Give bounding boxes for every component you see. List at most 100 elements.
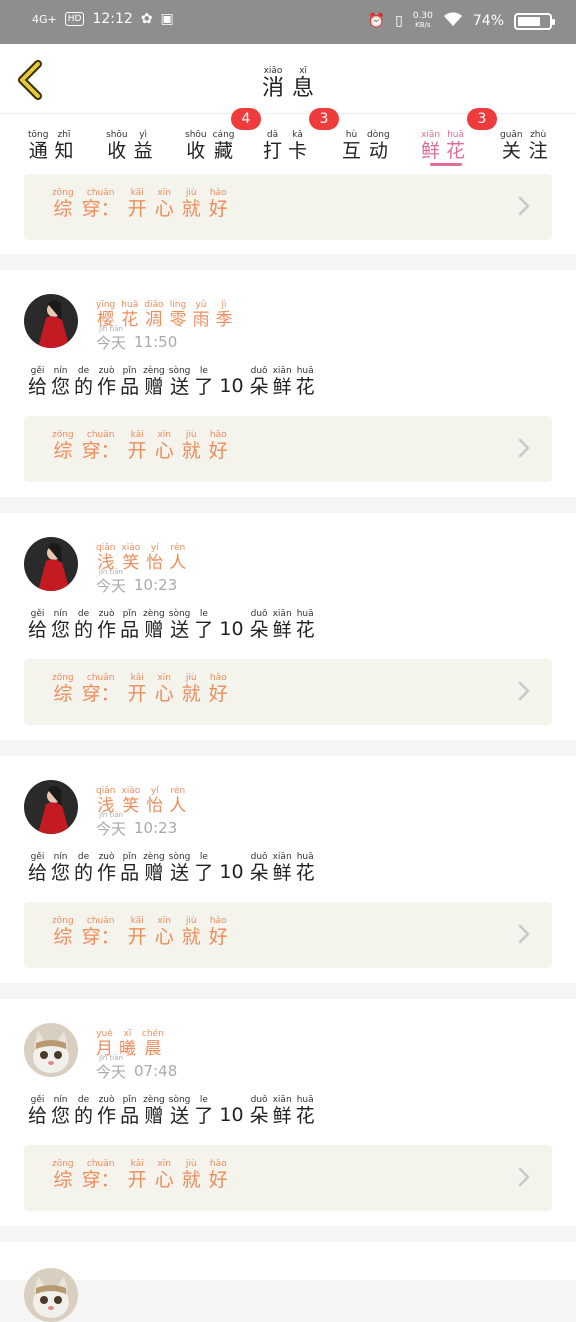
ruby-char: de 的 (74, 609, 93, 641)
ruby-char: kāi 开 (128, 1159, 147, 1191)
ruby-char: kāi 开 (128, 430, 147, 462)
message-text: gěi 给 nín 您 de 的 zuò 作 pǐn 品 zèng 赠 sòng 送 le 了 10 duǒ 朵 xi… (28, 1095, 315, 1127)
hanzi-text: 好 (208, 683, 228, 705)
message-text-after: duǒ 朵 xiān 鲜 huā 花 (250, 852, 315, 884)
ruby-char: jì 季 (216, 300, 233, 330)
ruby-char: pǐn 品 (120, 366, 139, 398)
hanzi-text: 综 (53, 1169, 73, 1191)
tab-1[interactable]: shōu 收 yì 益 (106, 122, 153, 162)
tab-6[interactable]: guān 关 zhù 注 (500, 122, 548, 162)
ruby-char: dǎ 打 (263, 130, 282, 162)
hanzi-text: 综 (53, 926, 73, 948)
ruby-char: hǎo 好 (209, 673, 228, 705)
net-speed: 0.30 KB/s (413, 12, 433, 30)
time-value: 11:50 (134, 332, 178, 351)
card-divider (0, 254, 576, 270)
hanzi-text: 开 (127, 1169, 147, 1191)
ruby-char: sòng 送 (169, 852, 191, 884)
ruby-char: de 的 (74, 1095, 93, 1127)
ruby-char: nín 您 (51, 609, 70, 641)
hanzi-text: 心 (154, 198, 174, 220)
work-title: zōng 综 chuān 穿： kāi 开 xīn 心 jiù 就 hǎo 好 (52, 188, 228, 220)
ruby-char: hù 互 (342, 130, 361, 162)
ruby-char: yǔ 雨 (193, 300, 210, 330)
hanzi-text: 花 (446, 140, 466, 162)
tab-count-badge: 3 (309, 108, 339, 130)
net-speed-unit: KB/s (415, 21, 431, 29)
hanzi-text: 心 (154, 683, 174, 705)
time-value: 10:23 (134, 575, 178, 594)
message-card: yuè 月 xī 曦 chén 晨 jīn tiān 今天 07:48 gěi 给 nín 您 de 的 zu… (0, 999, 576, 1226)
ruby-char: gěi 给 (28, 852, 47, 884)
cat-avatar[interactable] (24, 1023, 78, 1077)
ruby-char: zōng 综 (52, 188, 74, 220)
work-link[interactable]: zōng 综 chuān 穿： kāi 开 xīn 心 jiù 就 hǎo 好 (24, 416, 552, 482)
hanzi-text: 今天 (96, 820, 127, 838)
tab-3[interactable]: dǎ 打 kǎ 卡 (263, 122, 307, 162)
chevron-right-icon (518, 438, 530, 458)
message-text: gěi 给 nín 您 de 的 zuò 作 pǐn 品 zèng 赠 sòng 送 le 了 10 duǒ 朵 xi… (28, 366, 315, 398)
work-link[interactable]: zōng 综 chuān 穿： kāi 开 xīn 心 jiù 就 hǎo 好 (24, 659, 552, 725)
hanzi-text: 心 (154, 926, 174, 948)
hanzi-text: 季 (215, 310, 233, 330)
hanzi-text: 动 (368, 140, 388, 162)
battery-percent: 74% (472, 13, 504, 29)
message-time: jīn tiān 今天 10:23 (96, 810, 177, 838)
hanzi-text: 卡 (288, 140, 308, 162)
woman-red-dress-avatar[interactable] (24, 780, 78, 834)
ruby-char: zèng 赠 (143, 366, 165, 398)
woman-red-dress-avatar[interactable] (24, 294, 78, 348)
card-divider (0, 497, 576, 513)
hanzi-text: 就 (181, 198, 201, 220)
hanzi-text: 就 (181, 440, 201, 462)
ruby-char: huā 花 (296, 852, 315, 884)
ruby-char: xīn 心 (155, 916, 174, 948)
tab-0[interactable]: tōng 通 zhī 知 (28, 122, 73, 162)
ruby-char: zuò 作 (97, 609, 116, 641)
message-text-before: gěi 给 nín 您 de 的 zuò 作 pǐn 品 zèng 赠 sòng 送 le 了 (28, 366, 213, 398)
hanzi-text: 关 (501, 140, 521, 162)
message-text-before: gěi 给 nín 您 de 的 zuò 作 pǐn 品 zèng 赠 sòng 送 le 了 (28, 852, 213, 884)
tab-2[interactable]: shōu 收 cáng 藏 (185, 122, 235, 162)
cat-avatar[interactable] (24, 1268, 78, 1322)
chevron-right-icon (518, 1167, 530, 1187)
vibrate-icon: ▯ (395, 13, 403, 29)
hanzi-text: 鲜 (272, 1105, 292, 1127)
hanzi-text: 品 (120, 619, 140, 641)
ruby-char: xiān 鲜 (273, 1095, 292, 1127)
ruby-char: de 的 (74, 852, 93, 884)
work-link[interactable]: zōng 综 chuān 穿： kāi 开 xīn 心 jiù 就 hǎo 好 (24, 902, 552, 968)
ruby-char: jiù 就 (182, 916, 201, 948)
ruby-char: zōng 综 (52, 1159, 74, 1191)
hanzi-text: 赠 (144, 862, 164, 884)
hanzi-text: 息 (292, 76, 315, 101)
tab-4[interactable]: hù 互 dòng 动 (342, 122, 390, 162)
ruby-char: duǒ 朵 (250, 366, 269, 398)
hanzi-text: 您 (51, 376, 71, 398)
ruby-char: le 了 (194, 366, 213, 398)
hanzi-text: 您 (51, 1105, 71, 1127)
ruby-char: kāi 开 (128, 916, 147, 948)
page-header: xiāo 消 xī 息 (0, 44, 576, 114)
tab-5[interactable]: xiān 鲜 huā 花 (421, 122, 465, 162)
hanzi-text: 作 (97, 619, 117, 641)
work-link[interactable]: zōng 综 chuān 穿： kāi 开 xīn 心 jiù 就 hǎo 好 (24, 1145, 552, 1211)
hanzi-text: 综 (53, 440, 73, 462)
ruby-char: chuān 穿： (82, 673, 120, 705)
page-title: xiāo 消 xī 息 (0, 58, 576, 101)
ruby-char: jiù 就 (182, 188, 201, 220)
hanzi-text: 益 (133, 140, 153, 162)
title-char: xī 息 (292, 66, 314, 101)
ruby-char: hǎo 好 (209, 188, 228, 220)
work-title: zōng 综 chuān 穿： kāi 开 xīn 心 jiù 就 hǎo 好 (52, 673, 228, 705)
flower-count: 10 (219, 374, 244, 397)
ruby-char: le 了 (194, 609, 213, 641)
woman-red-dress-avatar[interactable] (24, 537, 78, 591)
ruby-char: nín 您 (51, 852, 70, 884)
work-link[interactable]: zōng 综 chuān 穿： kāi 开 xīn 心 jiù 就 hǎo 好 (24, 174, 552, 240)
ruby-char: pǐn 品 (120, 852, 139, 884)
network-indicator: 4G+ (32, 12, 57, 26)
hanzi-text: 穿： (81, 683, 120, 705)
ruby-char: duǒ 朵 (250, 609, 269, 641)
hd-indicator: HD (64, 12, 85, 26)
